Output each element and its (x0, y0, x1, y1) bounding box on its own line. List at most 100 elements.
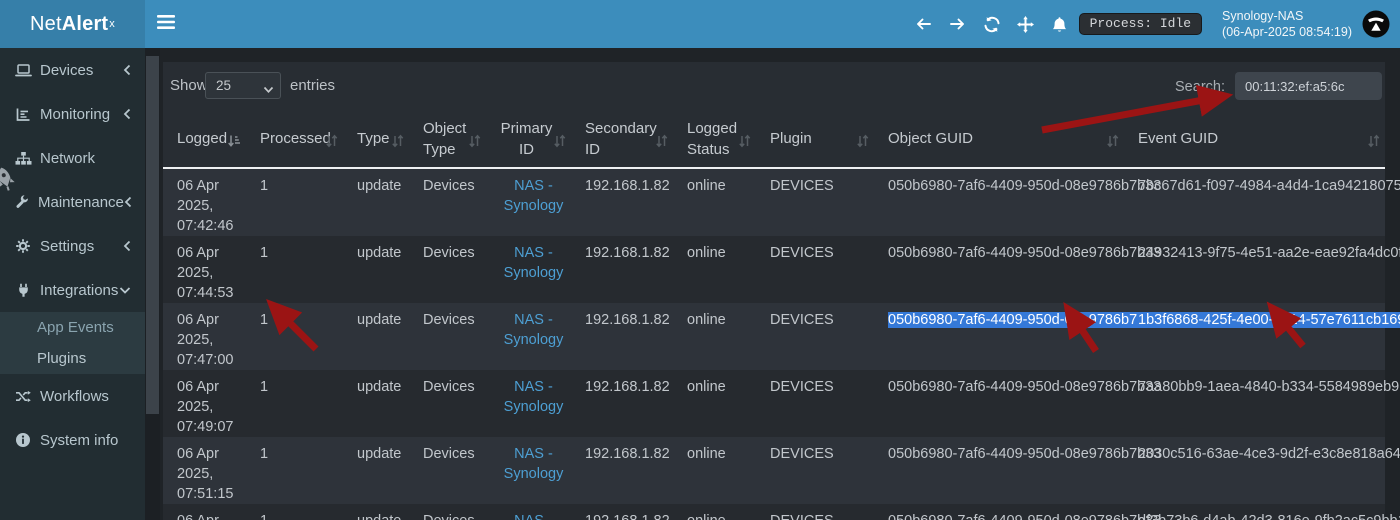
sidebar-item-plugins[interactable]: Plugins (0, 343, 145, 374)
cell-event_guid: 7bc67d61-f097-4984-a4d4-1ca94218075a (1124, 168, 1385, 236)
device-link[interactable]: NAS - Synology (504, 379, 564, 415)
cell-plugin: DEVICES (756, 437, 874, 504)
cell-type: update (343, 504, 409, 520)
sidebar-toggle-icon[interactable] (157, 14, 175, 34)
user-avatar[interactable] (1362, 10, 1390, 38)
cell-object_type: Devices (409, 370, 486, 437)
table-row[interactable]: 06 Apr 2025, 07:51:151updateDevicesNAS -… (163, 437, 1385, 504)
cell-object_guid: 050b6980-7af6-4409-950d-08e9786b7b33 (874, 303, 1124, 370)
sidebar-label-system-info: System info (40, 432, 118, 449)
sort-both-icon[interactable] (1106, 133, 1119, 154)
sidebar-item-system-info[interactable]: System info (0, 418, 145, 462)
sort-both-icon[interactable] (391, 133, 404, 154)
sort-both-icon[interactable] (655, 133, 668, 154)
cell-type: update (343, 437, 409, 504)
cell-processed: 1 (246, 168, 343, 236)
cell-primary_id: NAS - Synology (486, 437, 571, 504)
cell-processed: 1 (246, 504, 343, 520)
cell-object_type: Devices (409, 504, 486, 520)
app-logo[interactable]: NetAlertx (0, 0, 145, 48)
cell-logged: 06 Apr 2025, 07:51:15 (163, 437, 246, 504)
logo-text-sup: x (109, 18, 115, 30)
sort-both-icon[interactable] (856, 133, 869, 154)
device-link[interactable]: NAS - Synology (504, 446, 564, 482)
search-input[interactable] (1235, 72, 1382, 100)
entries-label: entries (290, 77, 335, 94)
plug-icon (14, 283, 32, 298)
cell-primary_id: NAS - Synology (486, 504, 571, 520)
cell-logged: 06 Apr 2025, 07:42:46 (163, 168, 246, 236)
sidebar-item-settings[interactable]: Settings (0, 224, 145, 268)
logo-text-bold: Alert (62, 13, 109, 36)
refresh-icon[interactable] (975, 0, 1009, 48)
sort-desc-icon[interactable] (227, 133, 241, 154)
nav-back-icon[interactable] (907, 0, 941, 48)
cell-object_type: Devices (409, 437, 486, 504)
page-size-select[interactable]: 25 (205, 72, 281, 99)
topbar: NetAlertx Process: Idle Synology-NAS (06… (0, 0, 1400, 48)
column-header-primary-id[interactable]: Primary ID (486, 112, 571, 168)
table-row[interactable]: 06 Apr 2025, 07:53:221updateDevicesNAS -… (163, 504, 1385, 520)
table-row[interactable]: 06 Apr 2025, 07:49:071updateDevicesNAS -… (163, 370, 1385, 437)
cell-plugin: DEVICES (756, 236, 874, 303)
chevron-left-icon (124, 196, 132, 208)
cell-logged_status: online (673, 370, 756, 437)
process-status-badge: Process: Idle (1079, 13, 1202, 35)
table-controls: Show 25 entries Search: (163, 70, 1385, 102)
cell-object_type: Devices (409, 303, 486, 370)
column-header-event-guid[interactable]: Event GUID (1124, 112, 1385, 168)
rocket-icon[interactable] (0, 166, 17, 197)
cell-primary_id: NAS - Synology (486, 370, 571, 437)
column-header-object-guid[interactable]: Object GUID (874, 112, 1124, 168)
table-row[interactable]: 06 Apr 2025, 07:42:461updateDevicesNAS -… (163, 168, 1385, 236)
sidebar-item-monitoring[interactable]: Monitoring (0, 92, 145, 136)
cell-secondary_id: 192.168.1.82 (571, 370, 673, 437)
cell-primary_id: NAS - Synology (486, 168, 571, 236)
sidebar-item-devices[interactable]: Devices (0, 48, 145, 92)
column-header-secondary-id[interactable]: Secondary ID (571, 112, 673, 168)
sidebar-item-integrations[interactable]: Integrations (0, 268, 145, 312)
cell-logged: 06 Apr 2025, 07:47:00 (163, 303, 246, 370)
cell-logged: 06 Apr 2025, 07:44:53 (163, 236, 246, 303)
sidebar-item-network[interactable]: Network (0, 136, 145, 180)
device-link[interactable]: NAS - Synology (504, 178, 564, 214)
sort-both-icon[interactable] (468, 133, 481, 154)
sidebar-label-settings: Settings (40, 238, 94, 255)
nav-forward-icon[interactable] (941, 0, 975, 48)
column-header-processed[interactable]: Processed (246, 112, 343, 168)
device-link[interactable]: NAS - Synology (504, 312, 564, 348)
gear-icon (14, 238, 32, 254)
vertical-scrollbar[interactable] (145, 48, 160, 520)
cell-logged_status: online (673, 504, 756, 520)
sort-both-icon[interactable] (553, 133, 566, 154)
cell-plugin: DEVICES (756, 168, 874, 236)
table-row[interactable]: 06 Apr 2025, 07:47:001updateDevicesNAS -… (163, 303, 1385, 370)
cell-type: update (343, 370, 409, 437)
column-header-logged-status[interactable]: Logged Status (673, 112, 756, 168)
sidebar-item-app-events[interactable]: App Events (0, 312, 145, 343)
table-body: 06 Apr 2025, 07:42:461updateDevicesNAS -… (163, 168, 1385, 520)
sort-both-icon[interactable] (1367, 133, 1380, 154)
move-icon[interactable] (1009, 0, 1043, 48)
sidebar-item-workflows[interactable]: Workflows (0, 374, 145, 418)
cell-type: update (343, 236, 409, 303)
column-header-type[interactable]: Type (343, 112, 409, 168)
show-label: Show (170, 77, 208, 94)
table-row[interactable]: 06 Apr 2025, 07:44:531updateDevicesNAS -… (163, 236, 1385, 303)
cell-logged_status: online (673, 236, 756, 303)
notifications-bell-icon[interactable] (1043, 0, 1077, 48)
sidebar-item-maintenance[interactable]: Maintenance (0, 180, 145, 224)
column-header-plugin[interactable]: Plugin (756, 112, 874, 168)
sort-both-icon[interactable] (738, 133, 751, 154)
sort-both-icon[interactable] (325, 133, 338, 154)
cell-plugin: DEVICES (756, 504, 874, 520)
column-header-logged[interactable]: Logged (163, 112, 246, 168)
cell-event_guid: 2030c516-63ae-4ce3-9d2f-e3c8e818a641 (1124, 437, 1385, 504)
cell-secondary_id: 192.168.1.82 (571, 437, 673, 504)
scrollbar-thumb[interactable] (146, 56, 159, 414)
cell-logged_status: online (673, 437, 756, 504)
device-link[interactable]: NAS - Synology (504, 513, 564, 520)
column-header-object-type[interactable]: Object Type (409, 112, 486, 168)
search-label: Search: (1175, 79, 1225, 95)
device-link[interactable]: NAS - Synology (504, 245, 564, 281)
